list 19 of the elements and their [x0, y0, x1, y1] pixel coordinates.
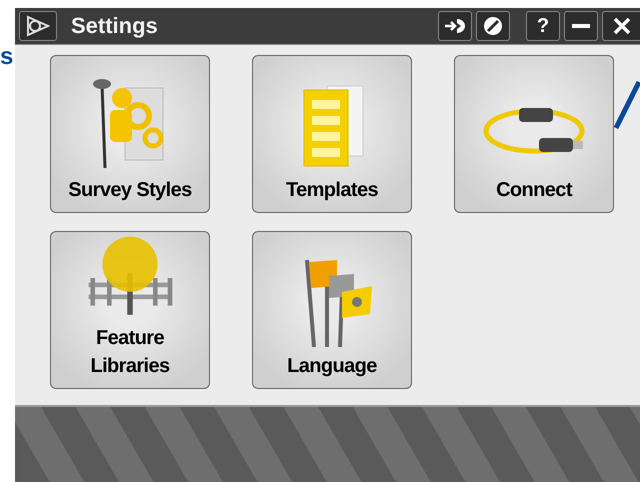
app-menu-button[interactable] [19, 11, 57, 41]
settings-tile[interactable]: Connect [454, 55, 614, 213]
settings-tile[interactable]: Survey Styles [50, 55, 210, 213]
minimize-icon [572, 24, 590, 28]
arrow-into-circle-icon [443, 16, 467, 36]
close-icon [612, 17, 630, 35]
close-button[interactable] [602, 11, 640, 41]
logo-icon [26, 15, 50, 37]
leader-line [614, 80, 640, 130]
help-button[interactable]: ? [526, 11, 560, 41]
settings-tile[interactable]: Language [252, 231, 412, 389]
document-text-fragment: s [0, 42, 14, 72]
window-title: Settings [71, 13, 159, 39]
switch-to-button[interactable] [438, 11, 472, 41]
no-entry-icon [483, 16, 503, 36]
settings-tile[interactable]: Templates [252, 55, 412, 213]
settings-tile[interactable]: Feature Libraries [50, 231, 210, 389]
minimize-button[interactable] [564, 11, 598, 41]
stop-button[interactable] [476, 11, 510, 41]
